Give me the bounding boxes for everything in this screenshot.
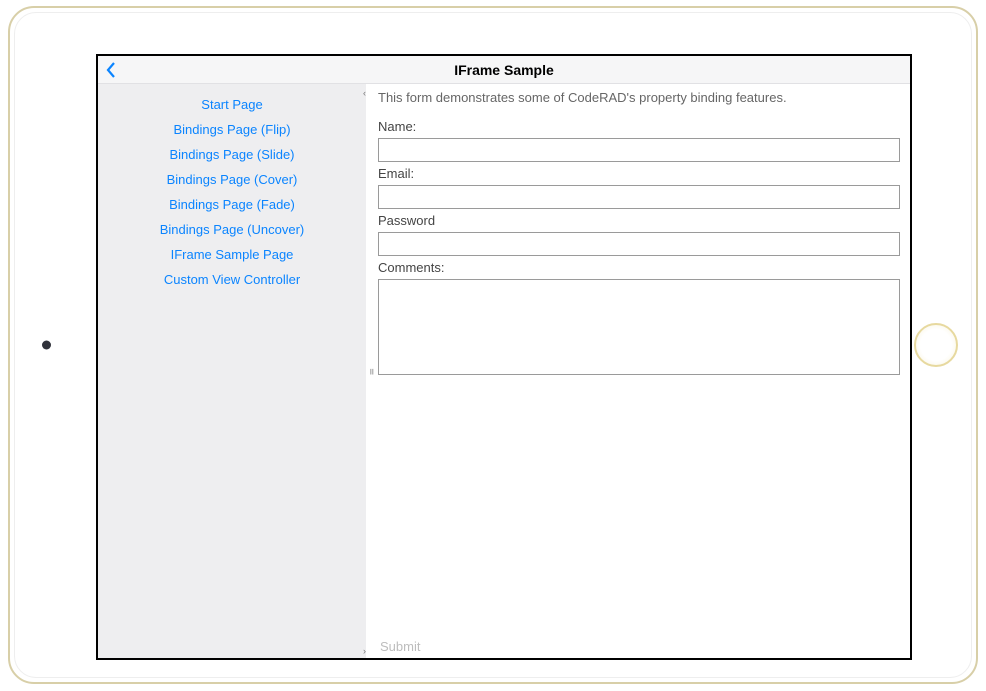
submit-button[interactable]: Submit <box>378 635 900 658</box>
tablet-camera <box>42 341 51 350</box>
sidebar-item-iframe-sample[interactable]: IFrame Sample Page <box>171 242 294 267</box>
chevron-left-icon <box>106 62 116 78</box>
sidebar-item-bindings-flip[interactable]: Bindings Page (Flip) <box>173 117 290 142</box>
titlebar: IFrame Sample <box>98 56 910 84</box>
spacer <box>378 375 900 635</box>
email-field[interactable] <box>378 185 900 209</box>
tablet-home-button[interactable] <box>914 323 958 367</box>
page-title: IFrame Sample <box>98 62 910 78</box>
sidebar-item-bindings-cover[interactable]: Bindings Page (Cover) <box>167 167 298 192</box>
comments-field[interactable] <box>378 279 900 375</box>
email-label: Email: <box>378 166 900 181</box>
app-window: IFrame Sample Start Page Bindings Page (… <box>96 54 912 660</box>
sidebar-item-custom-view-controller[interactable]: Custom View Controller <box>164 267 300 292</box>
sidebar-item-start-page[interactable]: Start Page <box>201 92 262 117</box>
sidebar: Start Page Bindings Page (Flip) Bindings… <box>98 84 366 658</box>
content: This form demonstrates some of CodeRAD's… <box>376 84 910 658</box>
name-label: Name: <box>378 119 900 134</box>
sidebar-item-bindings-uncover[interactable]: Bindings Page (Uncover) <box>160 217 305 242</box>
splitter-collapse-right-icon[interactable]: › <box>363 646 366 656</box>
comments-label: Comments: <box>378 260 900 275</box>
password-field[interactable] <box>378 232 900 256</box>
back-button[interactable] <box>102 61 120 79</box>
form-description: This form demonstrates some of CodeRAD's… <box>378 90 900 105</box>
tablet-frame: IFrame Sample Start Page Bindings Page (… <box>8 6 978 684</box>
password-label: Password <box>378 213 900 228</box>
app-body: Start Page Bindings Page (Flip) Bindings… <box>98 84 910 658</box>
splitter-handle-icon[interactable]: ॥ <box>369 365 373 378</box>
splitter-collapse-left-icon[interactable]: ‹ <box>363 88 366 98</box>
name-field[interactable] <box>378 138 900 162</box>
sidebar-item-bindings-slide[interactable]: Bindings Page (Slide) <box>169 142 294 167</box>
splitter[interactable]: ‹ ॥ › <box>366 84 376 658</box>
sidebar-item-bindings-fade[interactable]: Bindings Page (Fade) <box>169 192 295 217</box>
